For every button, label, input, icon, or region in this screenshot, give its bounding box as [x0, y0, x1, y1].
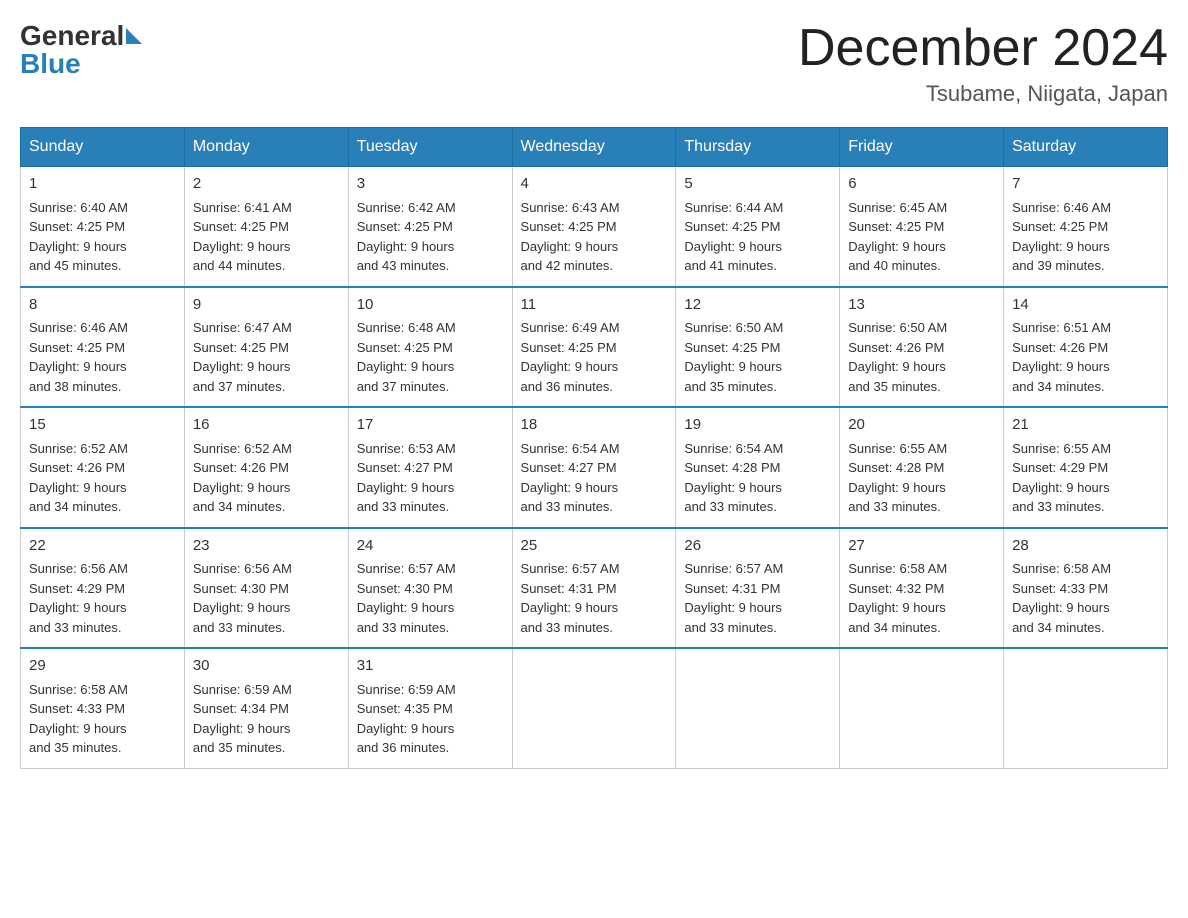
calendar-cell: 29Sunrise: 6:58 AMSunset: 4:33 PMDayligh…: [21, 648, 185, 768]
calendar-cell: 27Sunrise: 6:58 AMSunset: 4:32 PMDayligh…: [840, 528, 1004, 649]
calendar-cell: 7Sunrise: 6:46 AMSunset: 4:25 PMDaylight…: [1004, 167, 1168, 287]
calendar-cell: 8Sunrise: 6:46 AMSunset: 4:25 PMDaylight…: [21, 287, 185, 408]
day-number: 14: [1012, 294, 1159, 317]
logo-arrow-icon: [126, 28, 142, 44]
day-number: 6: [848, 173, 995, 196]
calendar-cell: 19Sunrise: 6:54 AMSunset: 4:28 PMDayligh…: [676, 407, 840, 528]
weekday-header-wednesday: Wednesday: [512, 128, 676, 167]
day-number: 8: [29, 294, 176, 317]
page-header: General Blue December 2024 Tsubame, Niig…: [20, 20, 1168, 107]
day-number: 31: [357, 655, 504, 678]
calendar-cell: 5Sunrise: 6:44 AMSunset: 4:25 PMDaylight…: [676, 167, 840, 287]
day-number: 30: [193, 655, 340, 678]
day-number: 22: [29, 535, 176, 558]
logo: General Blue: [20, 20, 142, 80]
calendar-cell: 3Sunrise: 6:42 AMSunset: 4:25 PMDaylight…: [348, 167, 512, 287]
calendar-cell: 31Sunrise: 6:59 AMSunset: 4:35 PMDayligh…: [348, 648, 512, 768]
title-block: December 2024 Tsubame, Niigata, Japan: [798, 20, 1168, 107]
day-number: 19: [684, 414, 831, 437]
day-number: 11: [521, 294, 668, 317]
calendar-cell: 28Sunrise: 6:58 AMSunset: 4:33 PMDayligh…: [1004, 528, 1168, 649]
day-number: 21: [1012, 414, 1159, 437]
day-number: 7: [1012, 173, 1159, 196]
calendar-cell: 24Sunrise: 6:57 AMSunset: 4:30 PMDayligh…: [348, 528, 512, 649]
day-number: 24: [357, 535, 504, 558]
day-number: 23: [193, 535, 340, 558]
calendar-table: SundayMondayTuesdayWednesdayThursdayFrid…: [20, 127, 1168, 769]
calendar-cell: 4Sunrise: 6:43 AMSunset: 4:25 PMDaylight…: [512, 167, 676, 287]
day-number: 27: [848, 535, 995, 558]
calendar-cell: 2Sunrise: 6:41 AMSunset: 4:25 PMDaylight…: [184, 167, 348, 287]
weekday-header-friday: Friday: [840, 128, 1004, 167]
calendar-cell: 11Sunrise: 6:49 AMSunset: 4:25 PMDayligh…: [512, 287, 676, 408]
weekday-header-sunday: Sunday: [21, 128, 185, 167]
calendar-week-row: 15Sunrise: 6:52 AMSunset: 4:26 PMDayligh…: [21, 407, 1168, 528]
weekday-header-monday: Monday: [184, 128, 348, 167]
calendar-title: December 2024: [798, 20, 1168, 77]
calendar-cell: 6Sunrise: 6:45 AMSunset: 4:25 PMDaylight…: [840, 167, 1004, 287]
calendar-cell: 13Sunrise: 6:50 AMSunset: 4:26 PMDayligh…: [840, 287, 1004, 408]
weekday-header-thursday: Thursday: [676, 128, 840, 167]
day-number: 29: [29, 655, 176, 678]
calendar-cell: 18Sunrise: 6:54 AMSunset: 4:27 PMDayligh…: [512, 407, 676, 528]
day-number: 5: [684, 173, 831, 196]
calendar-week-row: 29Sunrise: 6:58 AMSunset: 4:33 PMDayligh…: [21, 648, 1168, 768]
day-number: 20: [848, 414, 995, 437]
calendar-cell: 9Sunrise: 6:47 AMSunset: 4:25 PMDaylight…: [184, 287, 348, 408]
calendar-cell: 30Sunrise: 6:59 AMSunset: 4:34 PMDayligh…: [184, 648, 348, 768]
calendar-cell: 14Sunrise: 6:51 AMSunset: 4:26 PMDayligh…: [1004, 287, 1168, 408]
calendar-cell: 12Sunrise: 6:50 AMSunset: 4:25 PMDayligh…: [676, 287, 840, 408]
calendar-cell: 25Sunrise: 6:57 AMSunset: 4:31 PMDayligh…: [512, 528, 676, 649]
day-number: 4: [521, 173, 668, 196]
weekday-header-row: SundayMondayTuesdayWednesdayThursdayFrid…: [21, 128, 1168, 167]
day-number: 25: [521, 535, 668, 558]
logo-text-blue: Blue: [20, 48, 81, 80]
calendar-cell: 16Sunrise: 6:52 AMSunset: 4:26 PMDayligh…: [184, 407, 348, 528]
day-number: 9: [193, 294, 340, 317]
calendar-cell: [512, 648, 676, 768]
calendar-cell: 21Sunrise: 6:55 AMSunset: 4:29 PMDayligh…: [1004, 407, 1168, 528]
calendar-week-row: 1Sunrise: 6:40 AMSunset: 4:25 PMDaylight…: [21, 167, 1168, 287]
day-number: 2: [193, 173, 340, 196]
calendar-cell: 22Sunrise: 6:56 AMSunset: 4:29 PMDayligh…: [21, 528, 185, 649]
calendar-cell: 17Sunrise: 6:53 AMSunset: 4:27 PMDayligh…: [348, 407, 512, 528]
day-number: 16: [193, 414, 340, 437]
calendar-cell: [676, 648, 840, 768]
day-number: 28: [1012, 535, 1159, 558]
day-number: 18: [521, 414, 668, 437]
calendar-week-row: 22Sunrise: 6:56 AMSunset: 4:29 PMDayligh…: [21, 528, 1168, 649]
day-number: 12: [684, 294, 831, 317]
calendar-cell: [840, 648, 1004, 768]
calendar-week-row: 8Sunrise: 6:46 AMSunset: 4:25 PMDaylight…: [21, 287, 1168, 408]
calendar-cell: [1004, 648, 1168, 768]
day-number: 17: [357, 414, 504, 437]
day-number: 10: [357, 294, 504, 317]
day-number: 1: [29, 173, 176, 196]
calendar-cell: 26Sunrise: 6:57 AMSunset: 4:31 PMDayligh…: [676, 528, 840, 649]
calendar-cell: 23Sunrise: 6:56 AMSunset: 4:30 PMDayligh…: [184, 528, 348, 649]
weekday-header-saturday: Saturday: [1004, 128, 1168, 167]
day-number: 15: [29, 414, 176, 437]
calendar-cell: 20Sunrise: 6:55 AMSunset: 4:28 PMDayligh…: [840, 407, 1004, 528]
calendar-cell: 15Sunrise: 6:52 AMSunset: 4:26 PMDayligh…: [21, 407, 185, 528]
calendar-cell: 1Sunrise: 6:40 AMSunset: 4:25 PMDaylight…: [21, 167, 185, 287]
weekday-header-tuesday: Tuesday: [348, 128, 512, 167]
day-number: 26: [684, 535, 831, 558]
calendar-cell: 10Sunrise: 6:48 AMSunset: 4:25 PMDayligh…: [348, 287, 512, 408]
day-number: 13: [848, 294, 995, 317]
day-number: 3: [357, 173, 504, 196]
calendar-subtitle: Tsubame, Niigata, Japan: [798, 81, 1168, 107]
